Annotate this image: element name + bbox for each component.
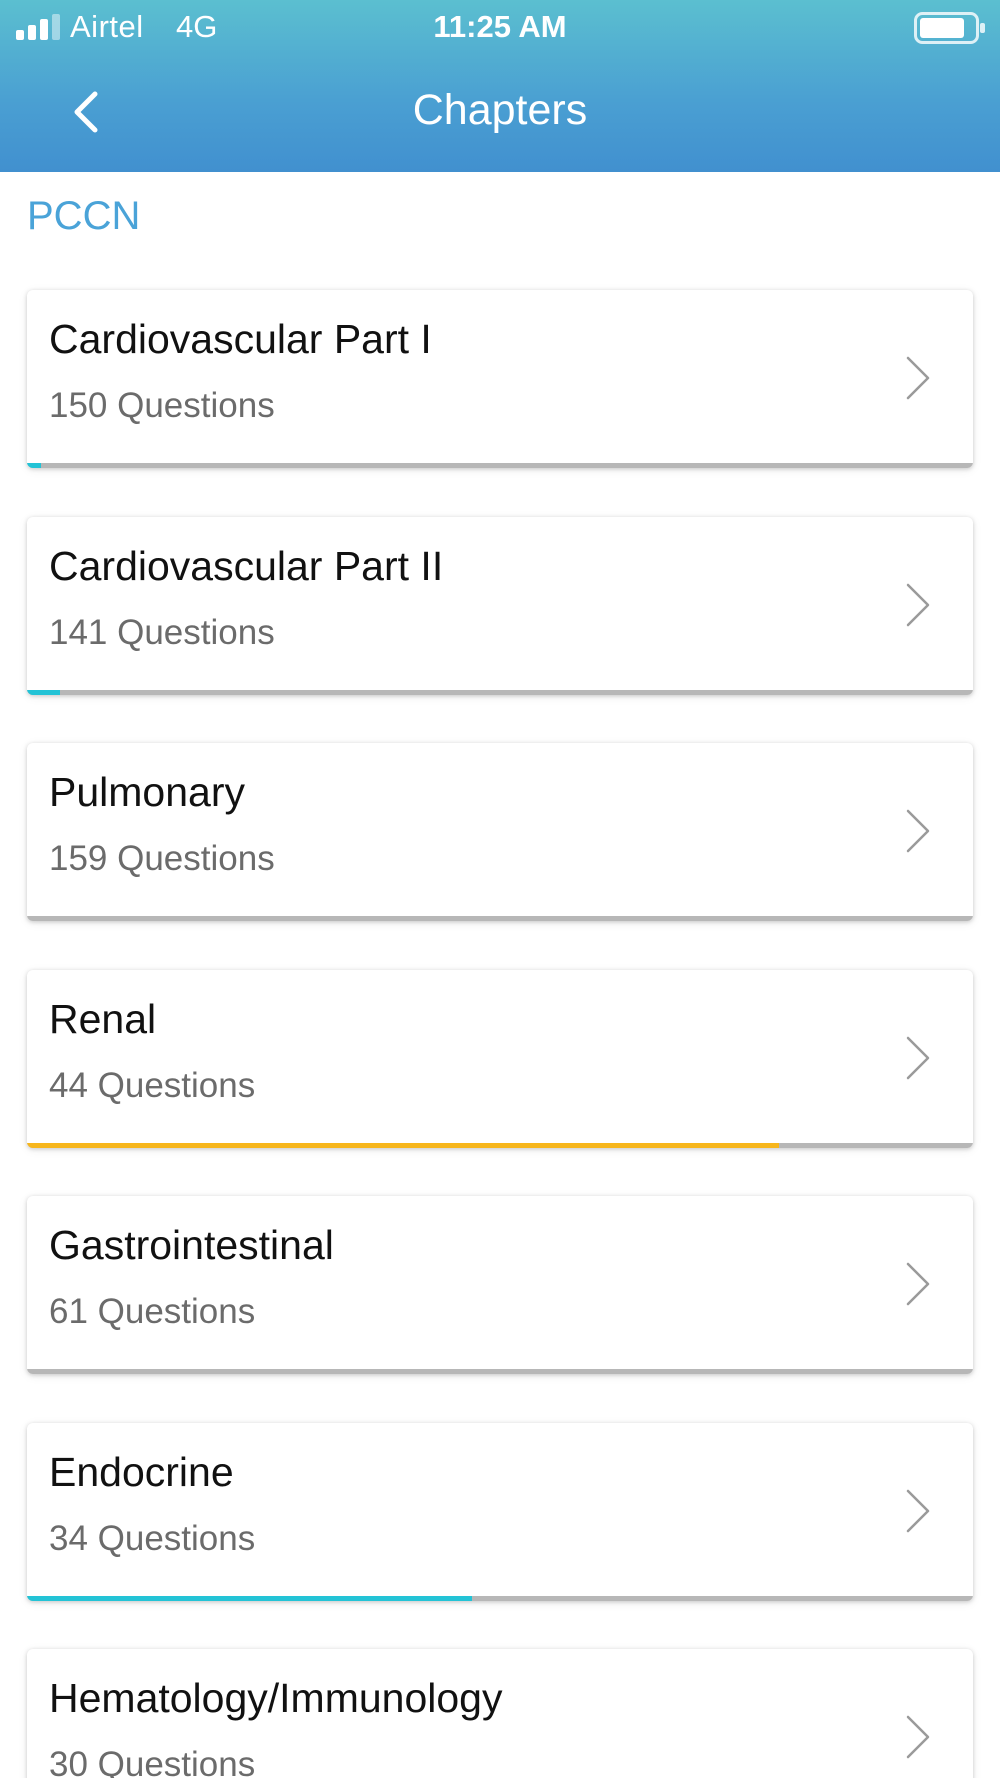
chapter-question-count: 150 Questions <box>49 386 275 425</box>
status-time: 11:25 AM <box>433 9 567 44</box>
chapter-progress-fill <box>27 1595 472 1601</box>
chapter-question-count: 61 Questions <box>49 1292 256 1331</box>
chapter-card[interactable]: Endocrine 34 Questions <box>27 1422 973 1601</box>
chapter-question-count: 34 Questions <box>49 1518 256 1558</box>
status-bar: Airtel 4G 11:25 AM <box>0 0 1000 56</box>
chapter-title: Gastrointestinal <box>49 1222 334 1268</box>
chapter-card[interactable]: Gastrointestinal 61 Questions <box>27 1196 973 1374</box>
chapter-progress-fill <box>27 1142 780 1148</box>
chapter-progress-bar <box>27 689 973 695</box>
chapter-progress-bar <box>27 463 973 468</box>
chapter-title: Renal <box>49 995 157 1042</box>
chapter-title: Hematology/Immunology <box>49 1675 503 1721</box>
chapter-question-count: 159 Questions <box>49 839 275 878</box>
chevron-right-icon <box>906 583 930 626</box>
chapter-card[interactable]: Renal 44 Questions <box>27 969 973 1148</box>
chapter-progress-bar <box>27 1142 973 1148</box>
chapter-card[interactable]: Pulmonary 159 Questions <box>27 743 973 921</box>
chevron-right-icon <box>906 1262 930 1306</box>
app-header: Airtel 4G 11:25 AM Chapters <box>0 0 1000 172</box>
chapter-question-count: 141 Questions <box>49 612 275 652</box>
chapter-card[interactable]: Hematology/Immunology 30 Questions <box>27 1649 973 1778</box>
chapter-progress-bar <box>27 916 973 921</box>
chevron-right-icon <box>906 356 930 400</box>
chapter-progress-fill <box>27 689 61 695</box>
battery-icon <box>914 12 985 44</box>
chapter-progress-bar <box>27 1369 973 1374</box>
chapter-title: Cardiovascular Part II <box>49 542 444 589</box>
chevron-right-icon <box>906 1715 930 1759</box>
navigation-bar: Chapters <box>0 56 1000 172</box>
chapter-question-count: 44 Questions <box>49 1065 256 1105</box>
chapter-card[interactable]: Cardiovascular Part II 141 Questions <box>27 516 973 695</box>
chapter-title: Cardiovascular Part I <box>49 316 432 362</box>
chapter-progress-fill <box>27 463 42 468</box>
chapter-question-count: 30 Questions <box>49 1745 256 1778</box>
chevron-right-icon <box>906 1036 930 1079</box>
chevron-right-icon <box>906 1489 930 1532</box>
chevron-right-icon <box>906 809 930 853</box>
section-title: PCCN <box>27 194 141 238</box>
chapter-title: Pulmonary <box>49 769 245 815</box>
chapter-progress-bar <box>27 1595 973 1601</box>
chapter-card[interactable]: Cardiovascular Part I 150 Questions <box>27 290 973 468</box>
page-title: Chapters <box>412 86 588 134</box>
chapter-title: Endocrine <box>49 1448 234 1495</box>
